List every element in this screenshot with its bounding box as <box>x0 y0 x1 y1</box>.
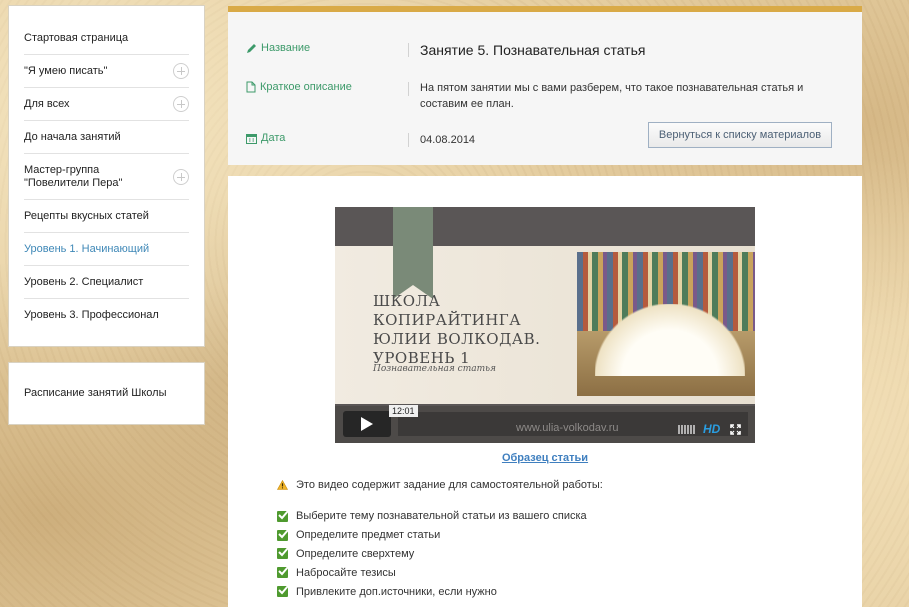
checklist-item: Привлеките доп.источники, если нужно <box>277 582 587 601</box>
sidebar-item[interactable]: Уровень 3. Профессионал <box>24 299 189 331</box>
sidebar-item[interactable]: Уровень 1. Начинающий <box>24 233 189 266</box>
sidebar-item[interactable]: До начала занятий <box>24 121 189 154</box>
schedule-label[interactable]: Расписание занятий Школы <box>24 387 167 399</box>
lesson-title: Занятие 5. Познавательная статья <box>420 42 646 58</box>
date-label-text: Дата <box>261 132 286 144</box>
play-button[interactable] <box>343 411 391 437</box>
pencil-icon <box>247 43 256 53</box>
title-label: Название <box>246 42 310 54</box>
task-checklist: Выберите тему познавательной статьи из в… <box>277 507 587 601</box>
fullscreen-icon[interactable] <box>730 424 741 435</box>
book-pages <box>595 304 745 376</box>
sidebar-menu: Стартовая страница "Я умею писать" Для все… <box>8 5 205 347</box>
date-label: Дата <box>246 132 285 144</box>
checklist-item: Выберите тему познавательной статьи из в… <box>277 507 587 526</box>
title-label-text: Название <box>261 42 311 54</box>
lesson-header: Название Занятие 5. Познавательная стать… <box>228 6 862 165</box>
watermark-url: www.ulia-volkodav.ru <box>516 422 619 434</box>
divider <box>408 43 409 57</box>
video-duration: 12:01 <box>389 405 418 417</box>
hd-icon[interactable]: HD <box>703 422 720 436</box>
description-label-text: Краткое описание <box>260 81 352 93</box>
checklist-item-text: Определите сверхтему <box>296 547 415 560</box>
checkmark-icon <box>277 566 289 579</box>
checklist-item-text: Выберите тему познавательной статьи из в… <box>296 510 587 523</box>
sample-article-link[interactable]: Образец статьи <box>228 452 862 464</box>
sidebar-item[interactable]: Рецепты вкусных статей <box>24 200 189 233</box>
calendar-icon <box>246 133 257 144</box>
sidebar-item[interactable]: Для всех <box>24 88 189 121</box>
sidebar-item[interactable]: Уровень 2. Специалист <box>24 266 189 299</box>
document-icon <box>246 81 256 93</box>
checklist-item-text: Определите предмет статьи <box>296 529 441 542</box>
checkmark-icon <box>277 585 289 598</box>
lesson-description: На пятом занятии мы с вами разберем, что… <box>420 82 804 110</box>
sidebar-item-label[interactable]: Рецепты вкусных статей <box>24 210 149 222</box>
lesson-date: 04.08.2014 <box>420 134 476 146</box>
divider <box>408 82 409 96</box>
sidebar-item[interactable]: Стартовая страница <box>24 22 189 55</box>
task-note-text: Это видео содержит задание для самостоят… <box>296 479 603 491</box>
progress-bar[interactable]: www.ulia-volkodav.ru HD <box>398 412 748 436</box>
sidebar-item-label[interactable]: Для всех <box>24 98 69 110</box>
sidebar-item[interactable]: Мастер-группа "Повелители Пера" <box>24 154 189 200</box>
sidebar-item-label[interactable]: До начала занятий <box>24 131 121 143</box>
checklist-item: Определите предмет статьи <box>277 526 587 545</box>
volume-icon[interactable] <box>678 425 696 434</box>
checklist-item-text: Привлеките доп.источники, если нужно <box>296 585 497 598</box>
checklist-item-text: Набросайте тезисы <box>296 566 396 579</box>
ribbon-decoration <box>393 207 433 299</box>
warning-icon <box>277 480 288 490</box>
plus-icon[interactable] <box>173 63 189 79</box>
slide-title: ШКОЛА КОПИРАЙТИНГА ЮЛИИ ВОЛКОДАВ. УРОВЕН… <box>373 292 541 367</box>
checkmark-icon <box>277 547 289 560</box>
plus-icon[interactable] <box>173 168 189 185</box>
back-to-materials-button[interactable]: Вернуться к списку материалов <box>648 122 832 148</box>
sidebar-schedule-link[interactable]: Расписание занятий Школы <box>8 362 205 425</box>
sidebar-item-label[interactable]: "Я умею писать" <box>24 65 107 77</box>
description-label: Краткое описание <box>246 81 352 93</box>
checkmark-icon <box>277 510 289 522</box>
sidebar-item-label[interactable]: Мастер-группа "Повелители Пера" <box>24 164 122 189</box>
sidebar-item[interactable]: "Я умею писать" <box>24 55 189 88</box>
checkmark-icon <box>277 529 289 541</box>
task-note: Это видео содержит задание для самостоят… <box>277 479 603 491</box>
video-slide: ШКОЛА КОПИРАЙТИНГА ЮЛИИ ВОЛКОДАВ. УРОВЕН… <box>335 207 755 404</box>
sidebar-item-label[interactable]: Уровень 1. Начинающий <box>24 243 149 255</box>
lesson-content: ШКОЛА КОПИРАЙТИНГА ЮЛИИ ВОЛКОДАВ. УРОВЕН… <box>228 176 862 607</box>
video-player[interactable]: ШКОЛА КОПИРАЙТИНГА ЮЛИИ ВОЛКОДАВ. УРОВЕН… <box>335 207 755 443</box>
slide-subtitle: Познавательная статья <box>373 364 497 374</box>
play-icon <box>361 417 373 431</box>
sidebar-item-label[interactable]: Уровень 3. Профессионал <box>24 309 159 321</box>
sidebar-item-label[interactable]: Уровень 2. Специалист <box>24 276 143 288</box>
sidebar-item-label[interactable]: Стартовая страница <box>24 32 128 44</box>
plus-icon[interactable] <box>173 96 189 112</box>
checklist-item: Определите сверхтему <box>277 545 587 564</box>
divider <box>408 133 409 147</box>
checklist-item: Набросайте тезисы <box>277 563 587 582</box>
